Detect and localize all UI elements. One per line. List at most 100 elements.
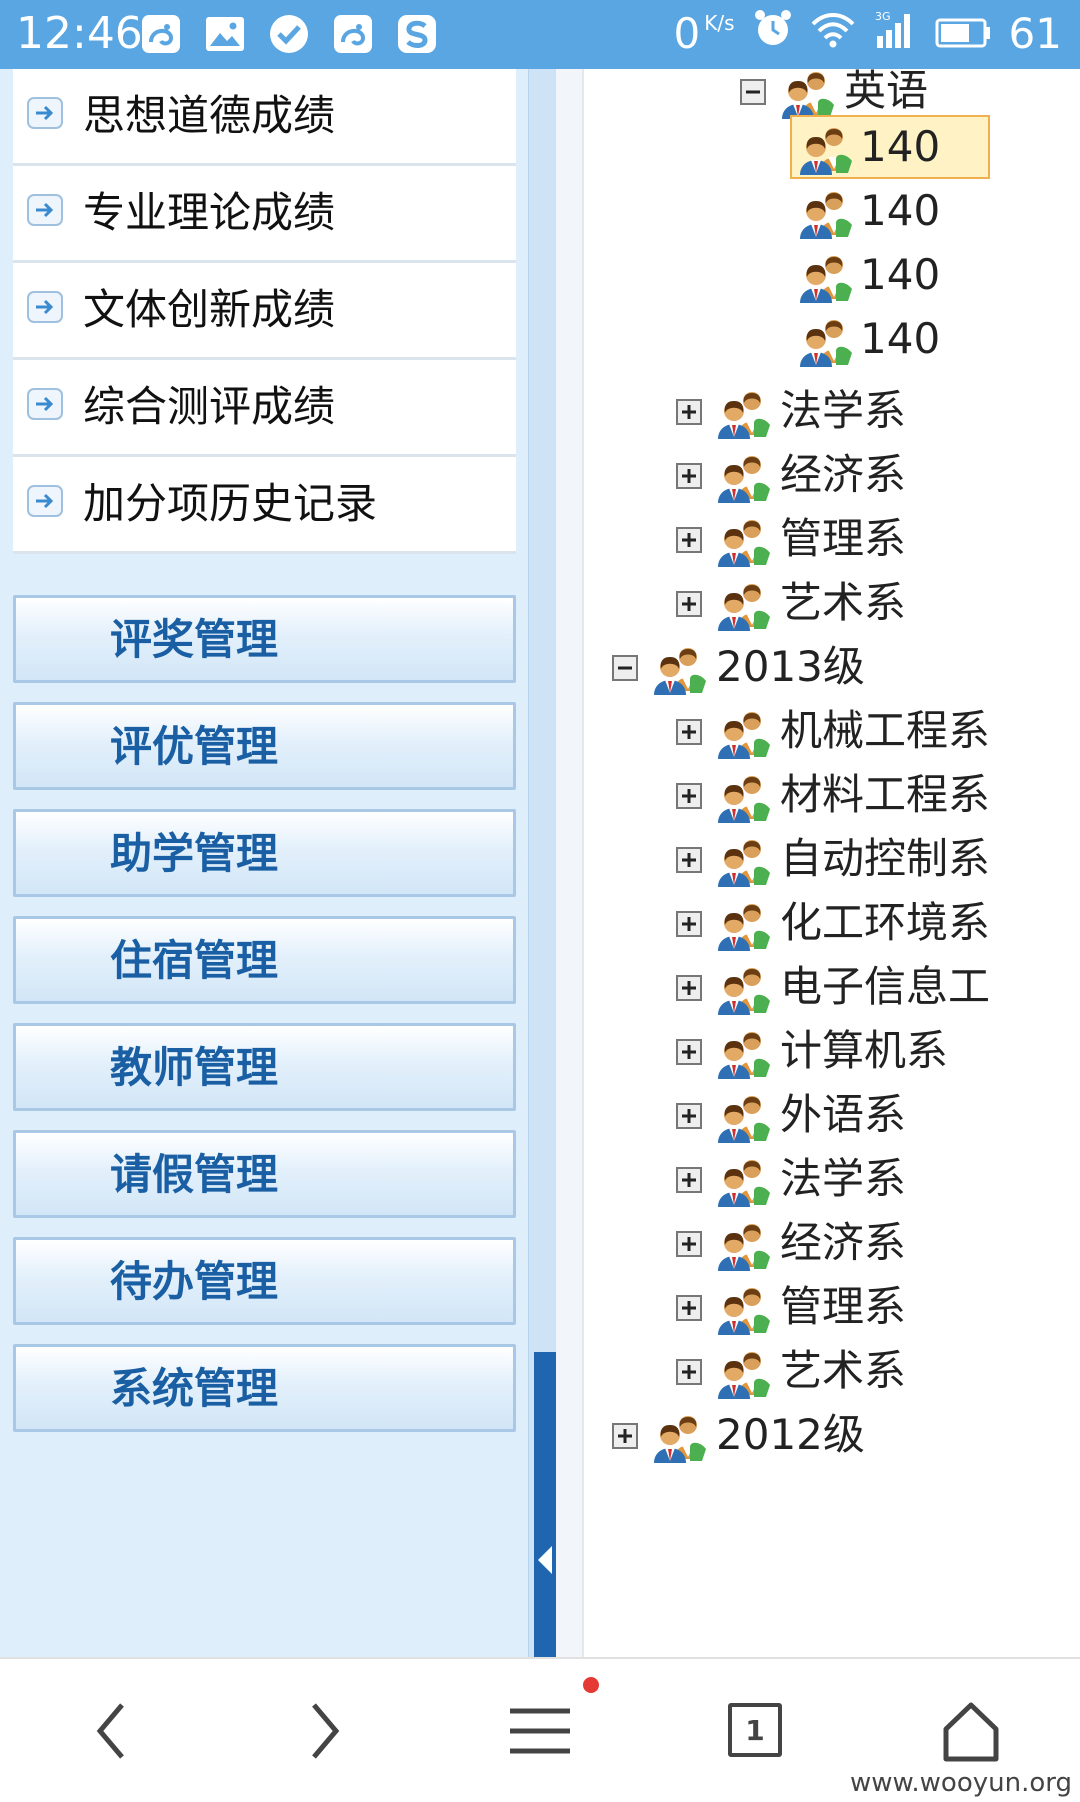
uc-browser-icon-2 (332, 13, 374, 55)
collapse-arrow-icon[interactable] (538, 1546, 552, 1574)
sub-item-label: 加分项历史记录 (83, 479, 378, 528)
sogou-icon (396, 13, 438, 55)
tree-node-label: 法学系 (780, 1154, 907, 1203)
tree-node-2012[interactable]: 2012级 (612, 1406, 1080, 1466)
tree-gutter (556, 69, 584, 1657)
tree-node-label: 2013级 (716, 642, 865, 691)
user-group-icon (718, 392, 770, 439)
tree-node-label: 计算机系 (780, 1026, 949, 1075)
splitter-scroll-thumb[interactable] (534, 1352, 556, 1657)
tree-node[interactable]: 机械工程系 (676, 702, 1080, 762)
tree-node[interactable]: 自动控制系 (676, 830, 1080, 890)
tree-node[interactable]: 140 (796, 182, 1080, 242)
menu-label: 教师管理 (110, 1043, 279, 1092)
uc-browser-icon (140, 13, 182, 55)
menu-excellence[interactable]: 评优管理 (13, 702, 516, 790)
notification-icons (140, 13, 438, 55)
tree-node[interactable]: 艺术系 (676, 1342, 1080, 1402)
user-group-icon (654, 648, 706, 695)
user-group-icon (718, 584, 770, 631)
expand-toggle-icon[interactable] (676, 847, 702, 873)
expand-toggle-icon[interactable] (676, 463, 702, 489)
expand-toggle-icon[interactable] (676, 975, 702, 1001)
menu-system[interactable]: 系统管理 (13, 1344, 516, 1432)
expand-toggle-icon[interactable] (676, 399, 702, 425)
back-icon[interactable] (92, 1699, 132, 1763)
tree-node[interactable]: 管理系 (676, 510, 1080, 570)
user-group-icon (718, 968, 770, 1015)
user-group-icon (718, 712, 770, 759)
tree-node[interactable]: 经济系 (676, 446, 1080, 506)
tree-node[interactable]: 140 (796, 310, 1080, 370)
menu-awards[interactable]: 评奖管理 (13, 595, 516, 683)
expand-toggle-icon[interactable] (676, 1039, 702, 1065)
tree-node[interactable]: 艺术系 (676, 574, 1080, 634)
tree-node[interactable]: 140 (796, 246, 1080, 306)
user-group-icon (718, 904, 770, 951)
menu-teachers[interactable]: 教师管理 (13, 1023, 516, 1111)
tree-node-label: 经济系 (780, 450, 907, 499)
battery-level: 61 (1008, 9, 1062, 58)
user-group-icon (718, 456, 770, 503)
tree-node[interactable]: 外语系 (676, 1086, 1080, 1146)
user-group-icon (718, 1224, 770, 1271)
tree-node-label: 机械工程系 (780, 706, 991, 755)
menu-todo[interactable]: 待办管理 (13, 1237, 516, 1325)
battery-icon (935, 8, 991, 60)
tree-node[interactable]: 计算机系 (676, 1022, 1080, 1082)
expand-toggle-icon[interactable] (676, 1359, 702, 1385)
sub-item-overall-score[interactable]: 综合测评成绩 (13, 360, 516, 457)
tree-node[interactable]: 经济系 (676, 1214, 1080, 1274)
expand-toggle-icon[interactable] (676, 527, 702, 553)
tree-node-label: 英语 (844, 69, 929, 115)
tree-node-label: 艺术系 (780, 578, 907, 627)
image-icon (204, 13, 246, 55)
tree-node[interactable]: 化工环境系 (676, 894, 1080, 954)
collapse-toggle-icon[interactable] (740, 79, 766, 105)
tree-node-label: 经济系 (780, 1218, 907, 1267)
home-icon[interactable] (942, 1699, 1000, 1763)
tree-node-label: 电子信息工 (780, 962, 991, 1011)
expand-toggle-icon[interactable] (676, 1231, 702, 1257)
expand-toggle-icon[interactable] (676, 1295, 702, 1321)
user-group-icon (718, 1032, 770, 1079)
sub-item-moral-score[interactable]: 思想道德成绩 (13, 69, 516, 166)
tree-node[interactable]: 法学系 (676, 382, 1080, 442)
expand-toggle-icon[interactable] (676, 719, 702, 745)
menu-financial-aid[interactable]: 助学管理 (13, 809, 516, 897)
tree-node-selected[interactable]: 140 (790, 115, 1080, 179)
tabs-button[interactable]: 1 (728, 1703, 782, 1757)
tree-node[interactable]: 电子信息工 (676, 958, 1080, 1018)
tree-node-2013[interactable]: 2013级 (612, 638, 1080, 698)
signal-icon: 3G (873, 8, 917, 60)
forward-icon[interactable] (304, 1699, 344, 1763)
sub-item-theory-score[interactable]: 专业理论成绩 (13, 166, 516, 263)
menu-leave[interactable]: 请假管理 (13, 1130, 516, 1218)
net-speed: 0 K/s (674, 8, 735, 60)
tree-node[interactable]: 管理系 (676, 1278, 1080, 1338)
tree-node[interactable]: 材料工程系 (676, 766, 1080, 826)
sub-item-bonus-history[interactable]: 加分项历史记录 (13, 457, 516, 554)
expand-toggle-icon[interactable] (676, 783, 702, 809)
net-speed-value: 0 (673, 9, 701, 58)
tree-node-label: 化工环境系 (780, 898, 991, 947)
expand-toggle-icon[interactable] (676, 591, 702, 617)
expand-toggle-icon[interactable] (612, 1423, 638, 1449)
expand-toggle-icon[interactable] (676, 911, 702, 937)
sub-item-label: 专业理论成绩 (83, 188, 336, 237)
menu-dormitory[interactable]: 住宿管理 (13, 916, 516, 1004)
tree-node-label: 管理系 (780, 514, 907, 563)
tree-node[interactable]: 法学系 (676, 1150, 1080, 1210)
user-group-icon (718, 1288, 770, 1335)
sub-item-label: 思想道德成绩 (83, 91, 336, 140)
expand-toggle-icon[interactable] (676, 1167, 702, 1193)
user-group-icon (800, 320, 852, 367)
sub-item-culture-score[interactable]: 文体创新成绩 (13, 263, 516, 360)
watermark-text: www.wooyun.org (849, 1768, 1072, 1798)
user-group-icon (718, 1096, 770, 1143)
collapse-toggle-icon[interactable] (612, 655, 638, 681)
menu-icon[interactable] (508, 1699, 572, 1763)
panel-splitter[interactable] (528, 69, 558, 1657)
wifi-icon (811, 8, 855, 60)
expand-toggle-icon[interactable] (676, 1103, 702, 1129)
